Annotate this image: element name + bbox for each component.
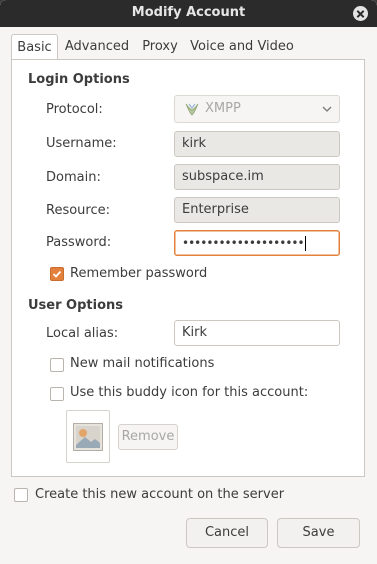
remember-password-checkbox[interactable] xyxy=(50,267,64,281)
local-alias-label: Local alias: xyxy=(46,326,119,341)
text-cursor xyxy=(304,236,306,251)
password-value: •••••••••••••••••••• xyxy=(182,236,305,250)
resource-label: Resource: xyxy=(46,203,110,218)
password-field[interactable]: •••••••••••••••••••• xyxy=(174,230,340,256)
cancel-button[interactable]: Cancel xyxy=(186,518,268,548)
tab-proxy[interactable]: Proxy xyxy=(137,34,183,60)
modify-account-dialog: Modify Account Basic Advanced Proxy Voic… xyxy=(0,0,377,564)
protocol-label: Protocol: xyxy=(46,102,103,117)
protocol-select[interactable]: XMPP xyxy=(174,95,340,123)
password-label: Password: xyxy=(46,235,112,250)
resource-field[interactable]: Enterprise xyxy=(174,197,340,223)
buddy-icon-button[interactable] xyxy=(66,410,110,463)
save-button[interactable]: Save xyxy=(277,518,360,548)
basic-tab-panel: Login Options Protocol: XMPP Username: k… xyxy=(11,59,365,477)
create-account-label[interactable]: Create this new account on the server xyxy=(35,487,284,502)
title-bar[interactable]: Modify Account xyxy=(0,0,377,27)
domain-label: Domain: xyxy=(46,170,101,185)
window-title: Modify Account xyxy=(131,5,246,20)
username-field[interactable]: kirk xyxy=(174,131,340,157)
tab-basic[interactable]: Basic xyxy=(11,34,58,61)
remember-password-label[interactable]: Remember password xyxy=(70,266,207,281)
buddy-icon-checkbox[interactable] xyxy=(50,387,64,401)
chevron-down-icon xyxy=(322,106,332,112)
domain-field[interactable]: subspace.im xyxy=(174,164,340,190)
remove-icon-button[interactable]: Remove xyxy=(118,424,178,450)
create-account-checkbox[interactable] xyxy=(14,488,28,502)
new-mail-checkbox[interactable] xyxy=(50,358,64,372)
tab-advanced[interactable]: Advanced xyxy=(61,34,133,60)
xmpp-icon xyxy=(185,103,199,116)
buddy-icon-label[interactable]: Use this buddy icon for this account: xyxy=(70,385,308,400)
close-icon[interactable] xyxy=(353,6,368,21)
checkmark-icon xyxy=(52,270,62,278)
protocol-value: XMPP xyxy=(205,101,241,116)
image-placeholder-icon xyxy=(73,423,103,451)
local-alias-field[interactable]: Kirk xyxy=(174,320,340,346)
username-label: Username: xyxy=(46,136,117,151)
tab-voice-and-video[interactable]: Voice and Video xyxy=(189,34,295,60)
login-options-heading: Login Options xyxy=(28,72,130,87)
new-mail-label[interactable]: New mail notifications xyxy=(70,356,214,371)
user-options-heading: User Options xyxy=(28,298,123,313)
